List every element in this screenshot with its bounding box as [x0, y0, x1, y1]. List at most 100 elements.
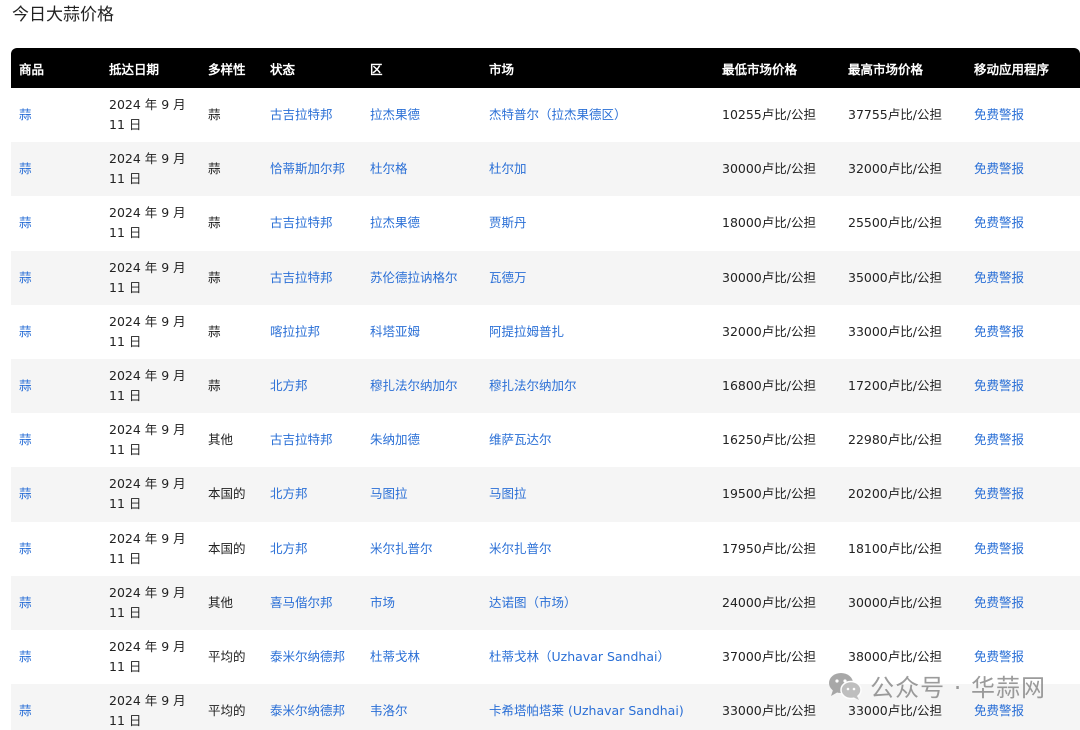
commodity-link[interactable]: 蒜 — [11, 88, 101, 142]
table-row: 蒜 2024 年 9 月 11 日本国的 北方邦 马图拉 马图拉 19500卢比/公担 202… — [11, 467, 1080, 522]
district-link[interactable]: 拉杰果德 — [362, 88, 481, 142]
commodity-link[interactable]: 蒜 — [11, 142, 101, 196]
commodity-link[interactable]: 蒜 — [11, 359, 101, 413]
page-title: 今日大蒜价格 — [12, 5, 114, 25]
free-alert-link[interactable]: 免费警报 — [966, 359, 1080, 413]
column-header-state[interactable]: 状态 — [262, 48, 362, 88]
table-row: 蒜 2024 年 9 月 11 日蒜古吉拉特邦 拉杰果德 杰特普尔（拉杰果德区） 1025… — [11, 88, 1080, 143]
arrival-date-line: 2024 年 9 月 — [109, 693, 186, 709]
arrival-date-line: 2024 年 9 月 — [109, 259, 186, 275]
commodity-link[interactable]: 蒜 — [11, 684, 101, 730]
max-price: 17200卢比/公担 — [848, 378, 942, 394]
min-price: 30000卢比/公担 — [722, 269, 816, 285]
state-link[interactable]: 古吉拉特邦 — [262, 196, 362, 250]
free-alert-link[interactable]: 免费警报 — [966, 467, 1080, 521]
state-link[interactable]: 古吉拉特邦 — [262, 88, 362, 142]
district-link[interactable]: 米尔扎普尔 — [362, 522, 481, 576]
arrival-date-line: 11 日 — [109, 658, 142, 674]
district-link[interactable]: 马图拉 — [362, 467, 481, 521]
arrival-date-line: 2024 年 9 月 — [109, 205, 186, 221]
commodity-link[interactable]: 蒜 — [11, 413, 101, 467]
state-link[interactable]: 恰蒂斯加尔邦 — [262, 142, 362, 196]
arrival-date: 2024 年 9 月 11 日 — [101, 142, 200, 196]
max-price: 33000卢比/公担 — [848, 323, 942, 339]
arrival-date: 2024 年 9 月 11 日 — [101, 522, 200, 576]
commodity-link[interactable]: 蒜 — [11, 467, 101, 521]
commodity-link[interactable]: 蒜 — [11, 305, 101, 359]
min-price: 17950卢比/公担 — [722, 540, 816, 556]
market-link[interactable]: 维萨瓦达尔 — [481, 413, 714, 467]
free-alert-link[interactable]: 免费警报 — [966, 305, 1080, 359]
market-link[interactable]: 杜尔加 — [481, 142, 714, 196]
arrival-date-line: 2024 年 9 月 — [109, 368, 186, 384]
market-link[interactable]: 穆扎法尔纳加尔 — [481, 359, 714, 413]
variety: 其他 — [208, 594, 234, 610]
district-link[interactable]: 朱纳加德 — [362, 413, 481, 467]
commodity-link[interactable]: 蒜 — [11, 251, 101, 305]
column-header-variety[interactable]: 多样性 — [200, 48, 262, 88]
column-header-max-price[interactable]: 最高市场价格 — [840, 48, 966, 88]
state-link[interactable]: 喀拉拉邦 — [262, 305, 362, 359]
market-link[interactable]: 米尔扎普尔 — [481, 522, 714, 576]
column-header-arrival-date[interactable]: 抵达日期 — [101, 48, 200, 88]
commodity-link[interactable]: 蒜 — [11, 630, 101, 684]
min-price: 30000卢比/公担 — [722, 161, 816, 177]
watermark-text: 公众号 · 华蒜网 — [870, 674, 1046, 702]
arrival-date-line: 2024 年 9 月 — [109, 313, 186, 329]
district-link[interactable]: 穆扎法尔纳加尔 — [362, 359, 481, 413]
column-header-mobile-app[interactable]: 移动应用程序 — [966, 48, 1080, 88]
free-alert-link[interactable]: 免费警报 — [966, 251, 1080, 305]
state-link[interactable]: 古吉拉特邦 — [262, 251, 362, 305]
market-link[interactable]: 贾斯丹 — [481, 196, 714, 250]
column-header-commodity[interactable]: 商品 — [11, 48, 101, 88]
table-row: 蒜 2024 年 9 月 11 日蒜恰蒂斯加尔邦 杜尔格 杜尔加 30000卢比/公担 32… — [11, 142, 1080, 197]
market-link[interactable]: 阿提拉姆普扎 — [481, 305, 714, 359]
commodity-link[interactable]: 蒜 — [11, 196, 101, 250]
variety: 蒜 — [208, 107, 221, 123]
arrival-date-line: 11 日 — [109, 333, 142, 349]
market-link[interactable]: 马图拉 — [481, 467, 714, 521]
district-link[interactable]: 韦洛尔 — [362, 684, 481, 730]
watermark: 公众号 · 华蒜网 — [828, 668, 1046, 703]
variety: 平均的 — [208, 648, 246, 664]
table-row: 蒜 2024 年 9 月 11 日本国的 北方邦 米尔扎普尔 米尔扎普尔 17950卢比/公… — [11, 521, 1080, 576]
state-link[interactable]: 泰米尔纳德邦 — [262, 684, 362, 730]
district-link[interactable]: 杜尔格 — [362, 142, 481, 196]
max-price: 22980卢比/公担 — [848, 432, 942, 448]
free-alert-link[interactable]: 免费警报 — [966, 142, 1080, 196]
state-link[interactable]: 北方邦 — [262, 467, 362, 521]
market-link[interactable]: 达诺图（市场） — [481, 576, 714, 630]
free-alert-link[interactable]: 免费警报 — [966, 413, 1080, 467]
market-link[interactable]: 杰特普尔（拉杰果德区） — [481, 88, 714, 142]
district-link[interactable]: 杜蒂戈林 — [362, 630, 481, 684]
arrival-date: 2024 年 9 月 11 日 — [101, 359, 200, 413]
variety: 蒜 — [208, 161, 221, 177]
free-alert-link[interactable]: 免费警报 — [966, 576, 1080, 630]
district-link[interactable]: 苏伦德拉讷格尔 — [362, 251, 481, 305]
state-link[interactable]: 喜马偕尔邦 — [262, 576, 362, 630]
state-link[interactable]: 泰米尔纳德邦 — [262, 630, 362, 684]
market-link[interactable]: 杜蒂戈林（Uzhavar Sandhai） — [481, 630, 714, 684]
free-alert-link[interactable]: 免费警报 — [966, 88, 1080, 142]
table-row: 蒜 2024 年 9 月 11 日蒜喀拉拉邦 科塔亚姆 阿提拉姆普扎 32000卢比/公担… — [11, 304, 1080, 359]
district-link[interactable]: 拉杰果德 — [362, 196, 481, 250]
table-row: 蒜 2024 年 9 月 11 日蒜北方邦 穆扎法尔纳加尔 穆扎法尔纳加尔 16800卢比… — [11, 358, 1080, 414]
state-link[interactable]: 北方邦 — [262, 522, 362, 576]
state-link[interactable]: 古吉拉特邦 — [262, 413, 362, 467]
state-link[interactable]: 北方邦 — [262, 359, 362, 413]
column-header-min-price[interactable]: 最低市场价格 — [714, 48, 840, 88]
column-header-market[interactable]: 市场 — [481, 48, 714, 88]
max-price: 25500卢比/公担 — [848, 215, 942, 231]
free-alert-link[interactable]: 免费警报 — [966, 522, 1080, 576]
commodity-link[interactable]: 蒜 — [11, 576, 101, 630]
district-link[interactable]: 科塔亚姆 — [362, 305, 481, 359]
arrival-date: 2024 年 9 月 11 日 — [101, 305, 200, 359]
arrival-date: 2024 年 9 月 11 日 — [101, 196, 200, 250]
arrival-date-line: 2024 年 9 月 — [109, 530, 186, 546]
free-alert-link[interactable]: 免费警报 — [966, 196, 1080, 250]
commodity-link[interactable]: 蒜 — [11, 522, 101, 576]
market-link[interactable]: 卡希塔帕塔莱 (Uzhavar Sandhai) — [481, 684, 714, 730]
district-link[interactable]: 市场 — [362, 576, 481, 630]
column-header-district[interactable]: 区 — [362, 48, 481, 88]
market-link[interactable]: 瓦德万 — [481, 251, 714, 305]
